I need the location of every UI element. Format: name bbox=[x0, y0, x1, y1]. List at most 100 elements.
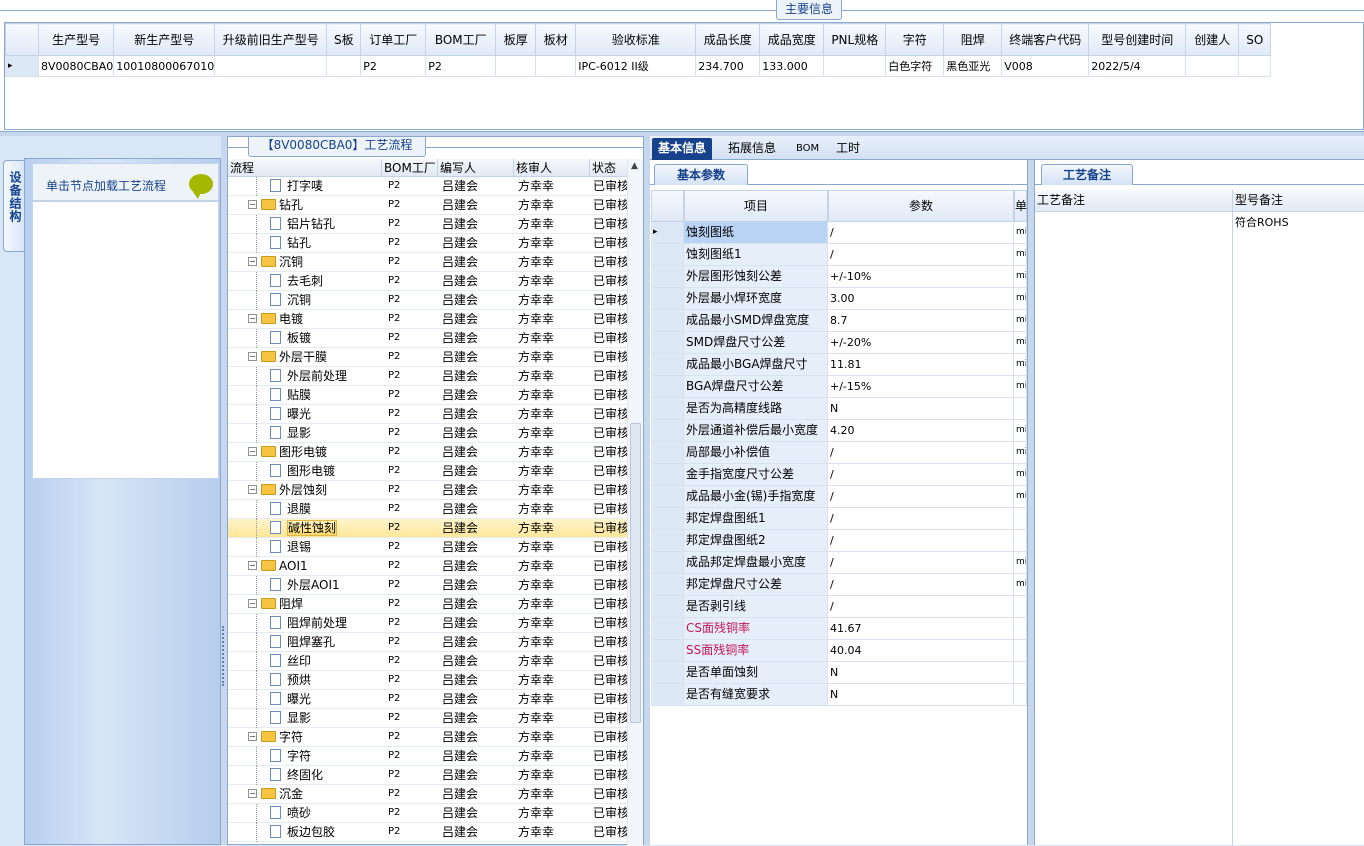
param-name-cell[interactable]: BGA焊盘尺寸公差 bbox=[684, 376, 828, 398]
status-cell[interactable]: 已审核 bbox=[593, 500, 628, 519]
writer-cell[interactable]: 吕建会 bbox=[442, 652, 512, 671]
row-indicator[interactable] bbox=[651, 420, 684, 442]
collapse-toggle-icon[interactable]: − bbox=[248, 200, 257, 209]
params-row[interactable]: 是否为高精度线路 N bbox=[651, 398, 1027, 420]
bom-factory-cell[interactable]: P2 bbox=[388, 405, 438, 424]
reviewer-cell[interactable]: 方幸幸 bbox=[518, 785, 588, 804]
row-indicator[interactable]: ▸ bbox=[651, 222, 684, 244]
writer-cell[interactable]: 吕建会 bbox=[442, 272, 512, 291]
detail-tab[interactable]: BOM bbox=[790, 138, 825, 160]
flow-tree-row[interactable]: 贴膜 P2 吕建会 方幸幸 已审核 bbox=[228, 386, 628, 405]
flow-step-cell[interactable]: 贴膜 bbox=[228, 386, 382, 405]
bom-factory-cell[interactable]: P2 bbox=[388, 291, 438, 310]
flow-tree-row[interactable]: 图形电镀 P2 吕建会 方幸幸 已审核 bbox=[228, 462, 628, 481]
row-indicator[interactable] bbox=[651, 332, 684, 354]
bom-factory-cell[interactable]: P2 bbox=[388, 652, 438, 671]
param-name-cell[interactable]: 局部最小补偿值 bbox=[684, 442, 828, 464]
param-unit-cell[interactable] bbox=[1014, 662, 1027, 684]
params-row[interactable]: 邦定焊盘图纸2/ bbox=[651, 530, 1027, 552]
main-cell[interactable] bbox=[535, 55, 577, 77]
param-unit-cell[interactable] bbox=[1014, 596, 1027, 618]
collapse-toggle-icon[interactable]: − bbox=[248, 485, 257, 494]
param-value-cell[interactable]: 8.7 bbox=[828, 310, 1014, 332]
flow-tree-row[interactable]: 沉铜 P2 吕建会 方幸幸 已审核 bbox=[228, 291, 628, 310]
bom-factory-cell[interactable]: P2 bbox=[388, 348, 438, 367]
flow-step-cell[interactable]: − 沉铜 bbox=[228, 253, 382, 272]
writer-cell[interactable]: 吕建会 bbox=[442, 823, 512, 842]
flow-step-cell[interactable]: 阻焊前处理 bbox=[228, 614, 382, 633]
status-cell[interactable]: 已审核 bbox=[593, 443, 628, 462]
flow-tree-row[interactable]: 退膜 P2 吕建会 方幸幸 已审核 bbox=[228, 500, 628, 519]
reviewer-cell[interactable]: 方幸幸 bbox=[518, 804, 588, 823]
reviewer-cell[interactable]: 方幸幸 bbox=[518, 690, 588, 709]
param-name-cell[interactable]: 外层通道补偿后最小宽度 bbox=[684, 420, 828, 442]
param-value-cell[interactable]: 41.67 bbox=[828, 618, 1014, 640]
params-row[interactable]: 邦定焊盘尺寸公差 / mi bbox=[651, 574, 1027, 596]
bom-factory-cell[interactable]: P2 bbox=[388, 709, 438, 728]
row-indicator[interactable] bbox=[651, 684, 684, 706]
collapse-toggle-icon[interactable]: − bbox=[248, 599, 257, 608]
main-cell[interactable] bbox=[1238, 55, 1272, 77]
params-col-header[interactable]: 参数 bbox=[828, 190, 1014, 222]
param-name-cell[interactable]: 外层最小焊环宽度 bbox=[684, 288, 828, 310]
row-indicator[interactable] bbox=[651, 508, 684, 530]
param-name-cell[interactable]: SS面残铜率 bbox=[684, 640, 828, 662]
param-value-cell[interactable]: 40.04 bbox=[828, 640, 1014, 662]
row-indicator[interactable] bbox=[651, 574, 684, 596]
row-indicator[interactable] bbox=[651, 596, 684, 618]
flow-tree-row[interactable]: 曝光 P2 吕建会 方幸幸 已审核 bbox=[228, 690, 628, 709]
flow-step-cell[interactable]: 沉铜 bbox=[228, 291, 382, 310]
main-col-header[interactable]: 生产型号 bbox=[37, 23, 115, 56]
flow-tree-row[interactable]: 显影 P2 吕建会 方幸幸 已审核 bbox=[228, 709, 628, 728]
flow-tree-row[interactable]: 钻孔 P2 吕建会 方幸幸 已审核 bbox=[228, 234, 628, 253]
flow-step-cell[interactable]: 丝印 bbox=[228, 652, 382, 671]
flow-tree-row[interactable]: 喷砂 P2 吕建会 方幸幸 已审核 bbox=[228, 804, 628, 823]
param-unit-cell[interactable]: mi bbox=[1014, 420, 1027, 442]
reviewer-cell[interactable]: 方幸幸 bbox=[518, 291, 588, 310]
flow-step-cell[interactable]: 显影 bbox=[228, 709, 382, 728]
flow-tree-row[interactable]: 阻焊前处理 P2 吕建会 方幸幸 已审核 bbox=[228, 614, 628, 633]
param-name-cell[interactable]: SMD焊盘尺寸公差 bbox=[684, 332, 828, 354]
writer-cell[interactable]: 吕建会 bbox=[442, 196, 512, 215]
flow-tree-scrollbar[interactable]: ▲ bbox=[627, 159, 643, 846]
flow-tree-row[interactable]: − 沉金 P2 吕建会 方幸幸 已审核 bbox=[228, 785, 628, 804]
reviewer-cell[interactable]: 方幸幸 bbox=[518, 557, 588, 576]
param-value-cell[interactable]: N bbox=[828, 398, 1014, 420]
writer-cell[interactable]: 吕建会 bbox=[442, 557, 512, 576]
collapse-toggle-icon[interactable]: − bbox=[248, 789, 257, 798]
flow-tree-row[interactable]: 阻焊塞孔 P2 吕建会 方幸幸 已审核 bbox=[228, 633, 628, 652]
param-name-cell[interactable]: 成品最小BGA焊盘尺寸 bbox=[684, 354, 828, 376]
main-cell[interactable] bbox=[1185, 55, 1240, 77]
param-unit-cell[interactable]: mi bbox=[1014, 288, 1027, 310]
bom-factory-cell[interactable]: P2 bbox=[388, 595, 438, 614]
writer-cell[interactable]: 吕建会 bbox=[442, 329, 512, 348]
row-indicator[interactable] bbox=[651, 244, 684, 266]
flow-step-cell[interactable]: − AOI1 bbox=[228, 557, 382, 576]
row-indicator[interactable] bbox=[651, 442, 684, 464]
main-cell[interactable]: 白色字符 bbox=[885, 55, 945, 77]
bom-factory-cell[interactable]: P2 bbox=[388, 823, 438, 842]
writer-cell[interactable]: 吕建会 bbox=[442, 785, 512, 804]
flow-step-cell[interactable]: 打字唛 bbox=[228, 177, 382, 196]
flow-tree-row[interactable]: 板边包胶 P2 吕建会 方幸幸 已审核 bbox=[228, 823, 628, 842]
flow-step-cell[interactable]: 板镀 bbox=[228, 329, 382, 348]
params-row[interactable]: 蚀刻图纸1/mi bbox=[651, 244, 1027, 266]
status-cell[interactable]: 已审核 bbox=[593, 272, 628, 291]
writer-cell[interactable]: 吕建会 bbox=[442, 310, 512, 329]
tab-equipment-structure[interactable]: 设备结构 bbox=[3, 160, 25, 252]
main-info-table[interactable]: 生产型号 新生产型号 升级前旧生产型号 S板 订单工厂 BOM工厂 板厚 板材 验收标准 成品长度… bbox=[5, 23, 1272, 77]
param-unit-cell[interactable] bbox=[1014, 684, 1027, 706]
flow-step-cell[interactable]: 显影 bbox=[228, 424, 382, 443]
params-row[interactable]: SMD焊盘尺寸公差 +/-20% mi bbox=[651, 332, 1027, 354]
param-name-cell[interactable]: 是否有缝宽要求 bbox=[684, 684, 828, 706]
main-col-header[interactable]: 创建人 bbox=[1185, 23, 1240, 56]
params-row[interactable]: 金手指宽度尺寸公差 / mi bbox=[651, 464, 1027, 486]
writer-cell[interactable]: 吕建会 bbox=[442, 519, 512, 538]
bom-factory-cell[interactable]: P2 bbox=[388, 462, 438, 481]
reviewer-cell[interactable]: 方幸幸 bbox=[518, 196, 588, 215]
flow-step-cell[interactable]: 退锡 bbox=[228, 538, 382, 557]
flow-tree-row[interactable]: 外层前处理 P2 吕建会 方幸幸 已审核 bbox=[228, 367, 628, 386]
param-unit-cell[interactable]: mi bbox=[1014, 464, 1027, 486]
flow-tree-row[interactable]: 铝片钻孔 P2 吕建会 方幸幸 已审核 bbox=[228, 215, 628, 234]
bom-factory-cell[interactable]: P2 bbox=[388, 576, 438, 595]
